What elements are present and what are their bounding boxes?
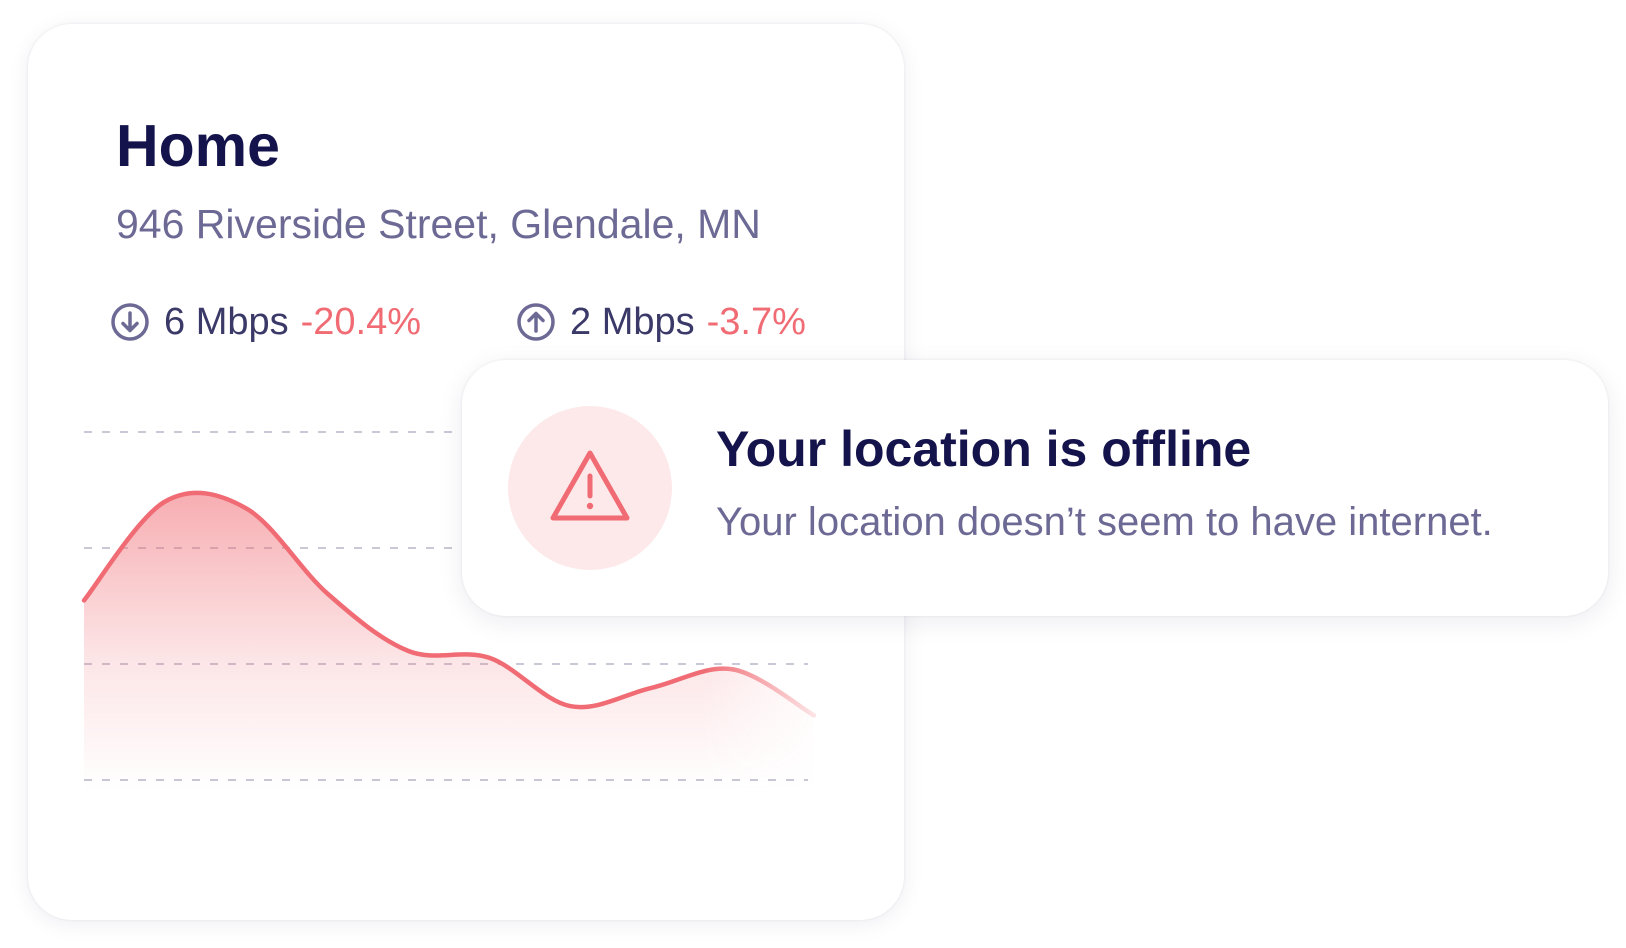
location-title: Home — [116, 113, 280, 179]
alert-badge — [508, 406, 672, 570]
arrow-down-circle-icon — [110, 302, 150, 342]
download-change: -20.4% — [300, 301, 422, 343]
download-speed: 6 Mbps — [164, 301, 289, 343]
offline-alert[interactable]: Your location is offline Your location d… — [462, 360, 1608, 616]
upload-change: -3.7% — [706, 301, 806, 343]
alert-title: Your location is offline — [716, 421, 1252, 477]
upload-speed: 2 Mbps — [570, 301, 695, 343]
upload-stat: 2 Mbps -3.7% — [516, 302, 806, 342]
location-address: 946 Riverside Street, Glendale, MN — [116, 201, 761, 247]
alert-message: Your location doesn’t seem to have inter… — [716, 500, 1493, 544]
arrow-up-circle-icon — [516, 302, 556, 342]
warning-triangle-icon — [548, 448, 632, 529]
download-stat: 6 Mbps -20.4% — [110, 302, 421, 342]
